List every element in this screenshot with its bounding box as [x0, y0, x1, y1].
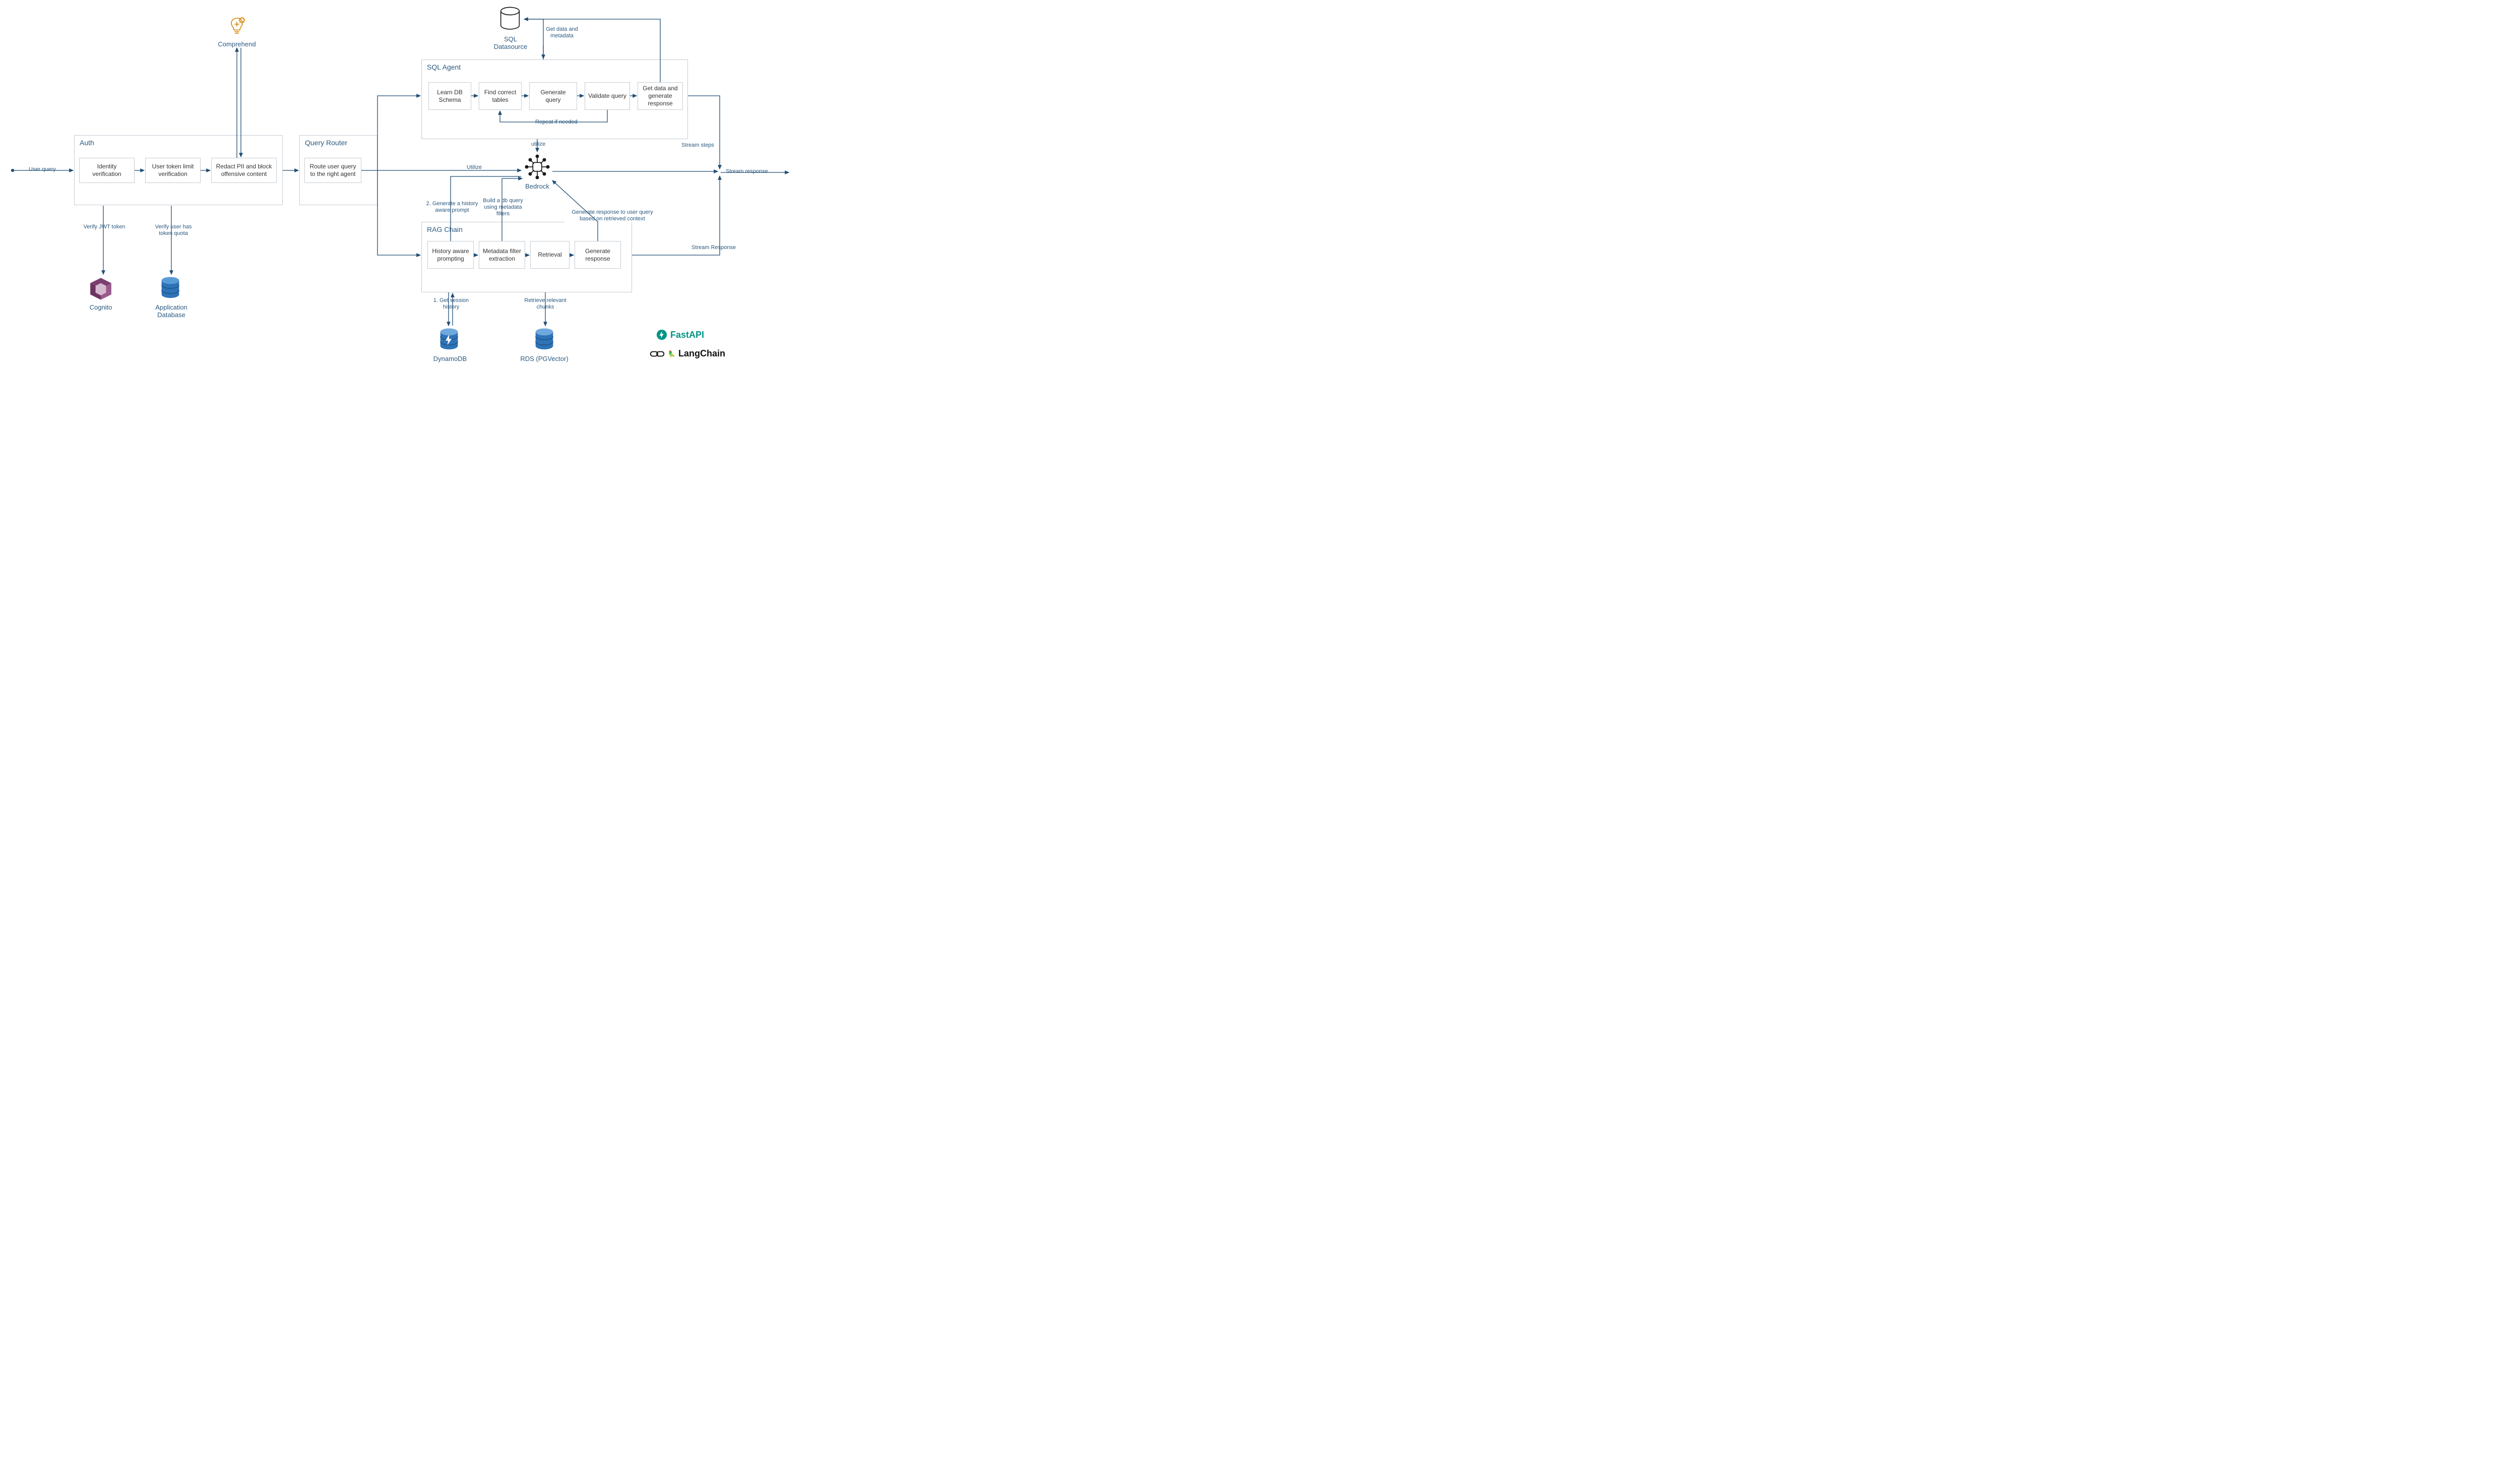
identity-verification-step: Identity verification	[79, 158, 135, 183]
gen-resp-ctx-label: Generate response to user query based on…	[564, 209, 660, 222]
dynamodb-icon	[436, 327, 462, 353]
application-database-label: Application Database	[146, 303, 197, 319]
retrieval-label: Retrieval	[538, 251, 561, 259]
generate-query-label: Generate query	[533, 89, 574, 104]
stream-response-rag-label: Stream Response	[690, 245, 737, 251]
stream-response-out-label: Stream response	[725, 168, 769, 175]
build-filter-query-label: Build a db query using metadata filters	[478, 198, 528, 218]
bedrock-label: Bedrock	[519, 183, 555, 190]
bedrock-icon	[523, 153, 551, 181]
identity-verification-label: Identity verification	[83, 163, 131, 178]
find-tables-label: Find correct tables	[482, 89, 518, 104]
fastapi-brand: FastAPI	[656, 329, 704, 340]
langchain-brand: 🦜 LangChain	[650, 348, 725, 359]
get-session-label: 1. Get session history	[428, 297, 474, 311]
history-prompt-label: History aware prompting	[431, 248, 470, 263]
utilize-sql-label: utilize	[530, 141, 546, 148]
rds-pgvector-label: RDS (PGVector)	[514, 355, 575, 362]
query-router-group-title: Query Router	[305, 139, 347, 147]
get-data-label: Get data and generate response	[641, 85, 679, 107]
find-tables-step: Find correct tables	[479, 82, 522, 110]
utilize-router-label: Utilize	[466, 164, 483, 171]
retrieve-chunks-label: Retrieve relevant chunks	[520, 297, 571, 311]
generate-response-step: Generate response	[575, 241, 621, 269]
sql-agent-group-title: SQL Agent	[427, 63, 461, 71]
get-data-step: Get data and generate response	[638, 82, 683, 110]
architecture-canvas: Auth Identity verification User token li…	[0, 0, 792, 368]
auth-group-title: Auth	[80, 139, 94, 147]
stream-steps-label: Stream steps	[680, 142, 715, 149]
fastapi-brand-label: FastAPI	[670, 330, 704, 340]
route-query-step: Route user query to the right agent	[304, 158, 361, 183]
verify-quota-label: Verify user has token quota	[153, 224, 194, 237]
metadata-filter-label: Metadata filter extraction	[482, 248, 522, 263]
repeat-label: Repeat if needed	[534, 119, 579, 126]
redact-pii-label: Redact PII and block offensive content	[215, 163, 273, 178]
sql-datasource-icon	[497, 6, 523, 34]
rag-chain-group-title: RAG Chain	[427, 225, 463, 233]
learn-schema-step: Learn DB Schema	[428, 82, 471, 110]
cognito-icon	[88, 275, 114, 301]
metadata-filter-step: Metadata filter extraction	[479, 241, 525, 269]
user-query-label: User query	[28, 166, 57, 173]
verify-jwt-label: Verify JWT token	[82, 224, 127, 230]
rds-pgvector-icon	[531, 327, 557, 353]
comprehend-label: Comprehend	[211, 40, 263, 48]
sql-datasource-label: SQL Datasource	[489, 35, 532, 50]
validate-query-label: Validate query	[588, 92, 626, 100]
retrieval-step: Retrieval	[530, 241, 570, 269]
token-limit-step: User token limit verification	[145, 158, 201, 183]
history-prompt-step: History aware prompting	[427, 241, 474, 269]
get-metadata-label: Get data and metadata	[540, 26, 584, 39]
generate-query-step: Generate query	[529, 82, 577, 110]
application-database-icon	[157, 275, 183, 301]
redact-pii-step: Redact PII and block offensive content	[211, 158, 277, 183]
comprehend-icon	[225, 14, 249, 38]
cognito-label: Cognito	[81, 303, 121, 311]
generate-response-label: Generate response	[578, 248, 617, 263]
learn-schema-label: Learn DB Schema	[432, 89, 468, 104]
token-limit-label: User token limit verification	[149, 163, 197, 178]
langchain-brand-label: LangChain	[678, 348, 725, 359]
validate-query-step: Validate query	[585, 82, 630, 110]
dynamodb-label: DynamoDB	[427, 355, 473, 362]
route-query-label: Route user query to the right agent	[308, 163, 358, 178]
gen-hist-prompt-label: 2. Generate a history aware prompt	[424, 201, 480, 214]
